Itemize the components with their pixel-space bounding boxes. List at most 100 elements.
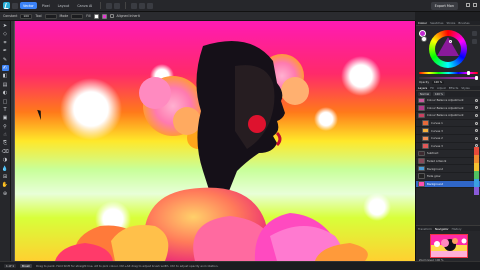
visibility-toggle-icon[interactable] bbox=[475, 129, 478, 133]
eraser-tool-icon[interactable]: ⌫ bbox=[1, 149, 8, 155]
colour-tag[interactable] bbox=[474, 179, 479, 187]
aligned-option-label: Aligned Inherit bbox=[116, 14, 140, 18]
mode-select[interactable] bbox=[71, 13, 84, 19]
brush-tool-icon[interactable]: ✍ bbox=[1, 64, 9, 71]
hue-slider-handle[interactable] bbox=[467, 71, 470, 75]
layer-row[interactable]: Subtract bbox=[416, 150, 480, 158]
layer-name: Background bbox=[427, 166, 444, 171]
blend-mode-select[interactable]: Normal bbox=[418, 92, 432, 96]
tab-fill[interactable]: Fill bbox=[430, 86, 434, 90]
navigator-preview[interactable] bbox=[430, 234, 468, 258]
constant-field[interactable]: 100 bbox=[20, 13, 33, 19]
tab-colour[interactable]: Colour bbox=[418, 21, 427, 25]
tab-stroke[interactable]: Stroke bbox=[446, 21, 455, 25]
redo-icon[interactable] bbox=[114, 2, 121, 9]
colour-tag[interactable] bbox=[474, 187, 479, 195]
tab-brushes[interactable]: Brushes bbox=[458, 21, 469, 25]
layer-row[interactable]: Colour Balance Adjustment bbox=[416, 112, 480, 120]
maximize-icon[interactable] bbox=[473, 3, 477, 7]
visibility-toggle-icon[interactable] bbox=[475, 136, 478, 140]
transparency-tool-icon[interactable]: ◐ bbox=[2, 90, 9, 96]
persona-tab-pixel[interactable]: Pixel bbox=[39, 2, 53, 9]
colour-tag[interactable] bbox=[474, 171, 479, 179]
visibility-toggle-icon[interactable] bbox=[475, 106, 478, 110]
persona-tab-canva-ai[interactable]: Canva AI bbox=[74, 2, 95, 9]
layer-row[interactable]: Fade glow bbox=[416, 173, 480, 181]
visibility-toggle-icon[interactable] bbox=[475, 113, 478, 117]
layer-row[interactable]: Curves 1 bbox=[416, 120, 480, 128]
colour-wheel[interactable] bbox=[429, 30, 467, 68]
constant-label: Constant bbox=[3, 14, 18, 18]
clone-tool-icon[interactable]: ⎘ bbox=[2, 140, 9, 146]
eyedropper-icon[interactable] bbox=[472, 31, 477, 36]
layer-name: Faded Artwork bbox=[427, 159, 447, 164]
colour-triangle[interactable] bbox=[437, 37, 459, 56]
arrange-icon[interactable] bbox=[139, 2, 146, 9]
colour-tag[interactable] bbox=[474, 155, 479, 163]
tab-adjust[interactable]: Adjust bbox=[437, 86, 446, 90]
artwork-image[interactable] bbox=[15, 21, 415, 261]
fill-tool-icon[interactable]: ◧ bbox=[2, 73, 9, 79]
hue-slider[interactable] bbox=[419, 71, 478, 75]
node-tool-icon[interactable]: ◇ bbox=[2, 31, 9, 37]
colour-tag[interactable] bbox=[474, 147, 479, 155]
dodge-tool-icon[interactable]: ◑ bbox=[2, 157, 9, 163]
snapping-icon[interactable] bbox=[131, 2, 138, 9]
layer-row[interactable]: Background bbox=[416, 165, 480, 173]
layer-row[interactable]: Faded Artwork bbox=[416, 158, 480, 166]
menu-icon[interactable] bbox=[12, 2, 18, 9]
layer-row[interactable]: Curves 3 bbox=[416, 127, 480, 135]
visibility-toggle-icon[interactable] bbox=[475, 121, 478, 125]
swap-colours-icon[interactable] bbox=[472, 39, 477, 44]
layer-thumbnail bbox=[422, 143, 429, 149]
export-button[interactable]: Export Mon bbox=[430, 2, 458, 10]
undo-icon[interactable] bbox=[106, 2, 113, 9]
tab-swatches[interactable]: Swatches bbox=[430, 21, 443, 25]
pencil-tool-icon[interactable]: ✎ bbox=[2, 57, 9, 63]
align-icon[interactable] bbox=[147, 2, 154, 9]
tab-navigator[interactable]: Navigator bbox=[435, 227, 449, 231]
layer-row[interactable]: Curves 2 bbox=[416, 135, 480, 143]
blur-tool-icon[interactable]: 💧 bbox=[2, 166, 9, 172]
aligned-checkbox[interactable] bbox=[109, 14, 114, 18]
persona-tab-vector[interactable]: Vector bbox=[20, 2, 37, 9]
layer-opacity-field[interactable]: 100 % bbox=[433, 92, 445, 96]
colour-tag[interactable] bbox=[474, 163, 479, 171]
visibility-toggle-icon[interactable] bbox=[475, 98, 478, 102]
secondary-colour-swatch[interactable] bbox=[421, 36, 427, 42]
opacity-value[interactable]: 100 % bbox=[431, 81, 445, 84]
text-tool-icon[interactable]: T bbox=[2, 107, 9, 113]
layer-row[interactable]: Background bbox=[416, 180, 480, 189]
page-indicator[interactable]: 1 of 1 bbox=[4, 264, 17, 268]
mesh-tool-icon[interactable]: ⊞ bbox=[2, 174, 9, 180]
tab-layers[interactable]: Layers bbox=[418, 86, 427, 90]
layer-row[interactable]: Colour Balance Adjustment bbox=[416, 97, 480, 105]
minimize-icon[interactable] bbox=[466, 3, 470, 7]
move-tool-icon[interactable]: ➤ bbox=[2, 23, 9, 29]
layer-row[interactable]: Colour Balance Adjustment bbox=[416, 105, 480, 113]
persona-label: Canva AI bbox=[77, 3, 93, 8]
frame-tool-icon[interactable]: ▣ bbox=[2, 115, 9, 121]
zoom-tool-icon[interactable]: ⊕ bbox=[2, 191, 9, 197]
colour-picker-handle[interactable] bbox=[449, 40, 452, 43]
stroke-swatch[interactable] bbox=[101, 13, 107, 19]
opacity-slider[interactable] bbox=[419, 76, 478, 80]
tab-effects[interactable]: Effects bbox=[449, 86, 459, 90]
crop-tool-icon[interactable]: ⌗ bbox=[2, 40, 9, 46]
persona-tab-layout[interactable]: Layout bbox=[55, 2, 73, 9]
shape-tool-icon[interactable]: □ bbox=[2, 99, 9, 105]
opacity-slider-handle[interactable] bbox=[475, 76, 478, 80]
eyedropper-tool-icon[interactable]: ⚲ bbox=[2, 124, 9, 130]
pen-tool-icon[interactable]: ✒ bbox=[2, 48, 9, 54]
gradient-tool-icon[interactable]: ▤ bbox=[2, 82, 9, 88]
tab-history[interactable]: History bbox=[452, 227, 462, 231]
tab-transform[interactable]: Transform bbox=[418, 227, 432, 231]
layer-row[interactable]: Curves 3 bbox=[416, 143, 480, 151]
navigator-thumbnail bbox=[431, 235, 467, 257]
document-canvas[interactable] bbox=[11, 21, 415, 261]
smudge-tool-icon[interactable]: ☝ bbox=[2, 132, 9, 138]
hand-tool-icon[interactable]: ✋ bbox=[2, 182, 9, 188]
tool-select[interactable] bbox=[44, 13, 57, 19]
fill-swatch[interactable] bbox=[93, 13, 99, 19]
tab-styles[interactable]: Styles bbox=[461, 86, 469, 90]
